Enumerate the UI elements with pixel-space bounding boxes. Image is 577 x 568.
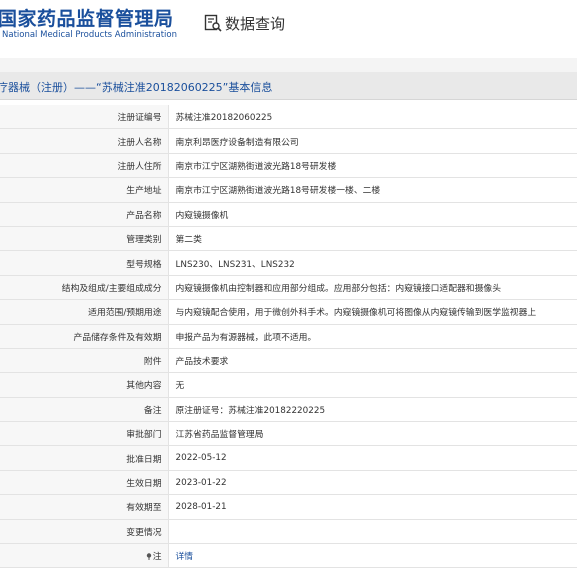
field-label: 适用范围/预期用途 [0, 299, 169, 325]
table-row: 附件 产品技术要求 [0, 348, 577, 374]
table-row: 生效日期 2023-01-22 [0, 470, 577, 496]
details-link[interactable]: 详情 [176, 552, 194, 562]
field-label-note: 注 [0, 543, 169, 568]
field-value: 2022-05-12 [168, 445, 577, 471]
field-label: 审批部门 [0, 421, 169, 447]
field-value: 2023-01-22 [168, 470, 577, 496]
field-value: 2028-01-21 [168, 494, 577, 520]
table-row: 有效期至 2028-01-21 [0, 494, 577, 520]
field-label: 变更情况 [0, 519, 169, 545]
field-label: 产品名称 [0, 202, 169, 227]
field-label: 有效期至 [0, 494, 169, 520]
note-label: 注 [152, 552, 162, 563]
page-title: 疗器械（注册）——“苏械注准20182060225”基本信息 [0, 81, 273, 94]
field-label: 注册证编号 [0, 105, 169, 130]
table-row: 审批部门 江苏省药品监督管理局 [0, 421, 577, 447]
field-value: 无 [168, 372, 577, 398]
field-value: 与内窥镜配合使用，用于微创外科手术。内窥镜摄像机可将图像从内窥镜传输到医学监视器… [168, 299, 577, 325]
document-search-icon [204, 14, 222, 32]
field-label: 注册人住所 [0, 153, 169, 179]
logo-title[interactable]: 国家药品监督管理局 [0, 4, 174, 31]
table-row: 注册证编号 苏械注准20182060225 [0, 105, 577, 130]
table-row-note: 注 详情 [0, 543, 577, 568]
field-value: 原注册证号：苏械注准20182220225 [168, 397, 577, 423]
field-value: 苏械注准20182060225 [168, 105, 577, 130]
table-row: 管理类别 第二类 [0, 226, 577, 252]
detail-table: 注册证编号 苏械注准20182060225 注册人名称 南京利昂医疗设备制造有限公司注… [0, 105, 577, 568]
table-row: 结构及组成/主要组成成分 内窥镜摄像机由控制器和应用部分组成。应用部分包括：内窥镜… [0, 275, 577, 301]
table-row: 产品名称 内窥镜摄像机 [0, 202, 577, 227]
field-value [168, 519, 577, 545]
table-row: 其他内容无 [0, 372, 577, 398]
field-value: 产品技术要求 [168, 348, 577, 374]
field-label: 管理类别 [0, 226, 169, 252]
table-row: 产品储存条件及有效期 申报产品为有源器械，此项不适用。 [0, 324, 577, 349]
logo-subtitle: National Medical Products Administration [2, 30, 177, 40]
table-row: 注册人住所 南京市江宁区湖熟街道波光路18号研发楼 [0, 153, 577, 179]
field-label: 生效日期 [0, 470, 169, 496]
field-label: 其他内容 [0, 372, 169, 398]
field-label: 产品储存条件及有效期 [0, 324, 169, 349]
header-divider [0, 58, 577, 72]
field-value: 南京市江宁区湖熟街道波光路18号研发楼一楼、二楼 [168, 177, 577, 203]
site-header: 国家药品监督管理局 National Medical Products Admi… [0, 0, 577, 58]
data-query-label: 数据查询 [225, 14, 286, 33]
field-value-note: 详情 [168, 543, 577, 568]
field-value: 江苏省药品监督管理局 [168, 421, 577, 447]
field-label: 注册人名称 [0, 128, 169, 154]
table-row: 型号规格 LNS230、LNS231、LNS232 [0, 250, 577, 276]
field-value: 南京市江宁区湖熟街道波光路18号研发楼 [168, 153, 577, 179]
table-row: 生产地址 南京市江宁区湖熟街道波光路18号研发楼一楼、二楼 [0, 177, 577, 203]
field-label: 型号规格 [0, 250, 169, 276]
field-label: 批准日期 [0, 445, 169, 471]
data-query-link[interactable]: 数据查询 [204, 12, 285, 34]
field-label: 附件 [0, 348, 169, 374]
field-value: 内窥镜摄像机 [168, 202, 577, 227]
table-row: 变更情况 [0, 519, 577, 545]
table-row: 适用范围/预期用途 与内窥镜配合使用，用于微创外科手术。内窥镜摄像机可将图像从内窥… [0, 299, 577, 325]
table-row: 批准日期 2022-05-12 [0, 445, 577, 471]
field-value: 申报产品为有源器械，此项不适用。 [168, 324, 577, 349]
field-label: 结构及组成/主要组成成分 [0, 275, 169, 301]
field-label: 备注 [0, 397, 169, 423]
field-value: 南京利昂医疗设备制造有限公司 [168, 128, 577, 154]
detail-title-bar: 疗器械（注册）——“苏械注准20182060225”基本信息 [0, 72, 577, 100]
table-row: 备注 原注册证号：苏械注准20182220225 [0, 397, 577, 423]
field-label: 生产地址 [0, 177, 169, 203]
pin-icon [146, 553, 151, 561]
table-row: 注册人名称 南京利昂医疗设备制造有限公司 [0, 128, 577, 154]
field-value: 内窥镜摄像机由控制器和应用部分组成。应用部分包括：内窥镜接口适配器和摄像头 [168, 275, 577, 301]
field-value: LNS230、LNS231、LNS232 [168, 250, 577, 276]
field-value: 第二类 [168, 226, 577, 252]
